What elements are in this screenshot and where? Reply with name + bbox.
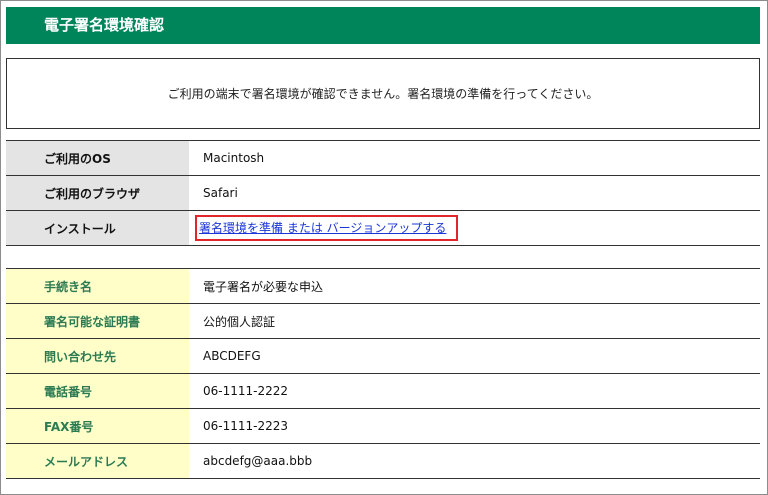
contact-value: ABCDEFG (189, 338, 760, 374)
table-row: FAX番号 06-1111-2223 (6, 408, 760, 444)
page-title: 電子署名環境確認 (44, 16, 165, 34)
procedure-table: 手続き名 電子署名が必要な申込 署名可能な証明書 公的個人認証 問い合わせ先 A… (6, 268, 760, 479)
table-row: 署名可能な証明書 公的個人認証 (6, 303, 760, 339)
procedure-name-value: 電子署名が必要な申込 (189, 268, 760, 304)
install-label: インストール (6, 210, 189, 246)
phone-label: 電話番号 (6, 373, 189, 409)
procedure-name-label: 手続き名 (6, 268, 189, 304)
email-label: メールアドレス (6, 443, 189, 479)
fax-value: 06-1111-2223 (189, 408, 760, 444)
table-row: 問い合わせ先 ABCDEFG (6, 338, 760, 374)
notice-box: ご利用の端末で署名環境が確認できません。署名環境の準備を行ってください。 (6, 58, 760, 129)
os-label: ご利用のOS (6, 140, 189, 176)
email-value: abcdefg@aaa.bbb (189, 443, 760, 479)
certificate-label: 署名可能な証明書 (6, 303, 189, 339)
table-row: 手続き名 電子署名が必要な申込 (6, 268, 760, 304)
contact-label: 問い合わせ先 (6, 338, 189, 374)
table-row: ご利用のブラウザ Safari (6, 175, 760, 211)
table-row: メールアドレス abcdefg@aaa.bbb (6, 443, 760, 479)
environment-table: ご利用のOS Macintosh ご利用のブラウザ Safari インストール … (6, 140, 760, 246)
phone-value: 06-1111-2222 (189, 373, 760, 409)
fax-label: FAX番号 (6, 408, 189, 444)
table-row: インストール 署名環境を準備 または バージョンアップする (6, 210, 760, 246)
certificate-value: 公的個人認証 (189, 303, 760, 339)
install-cell: 署名環境を準備 または バージョンアップする (189, 210, 760, 246)
install-link-highlight: 署名環境を準備 または バージョンアップする (195, 215, 459, 241)
page-header: 電子署名環境確認 (6, 7, 760, 44)
notice-message: ご利用の端末で署名環境が確認できません。署名環境の準備を行ってください。 (167, 87, 599, 101)
table-row: ご利用のOS Macintosh (6, 140, 760, 176)
browser-label: ご利用のブラウザ (6, 175, 189, 211)
install-link[interactable]: 署名環境を準備 または バージョンアップする (199, 221, 446, 235)
browser-value: Safari (189, 175, 760, 211)
os-value: Macintosh (189, 140, 760, 176)
table-row: 電話番号 06-1111-2222 (6, 373, 760, 409)
